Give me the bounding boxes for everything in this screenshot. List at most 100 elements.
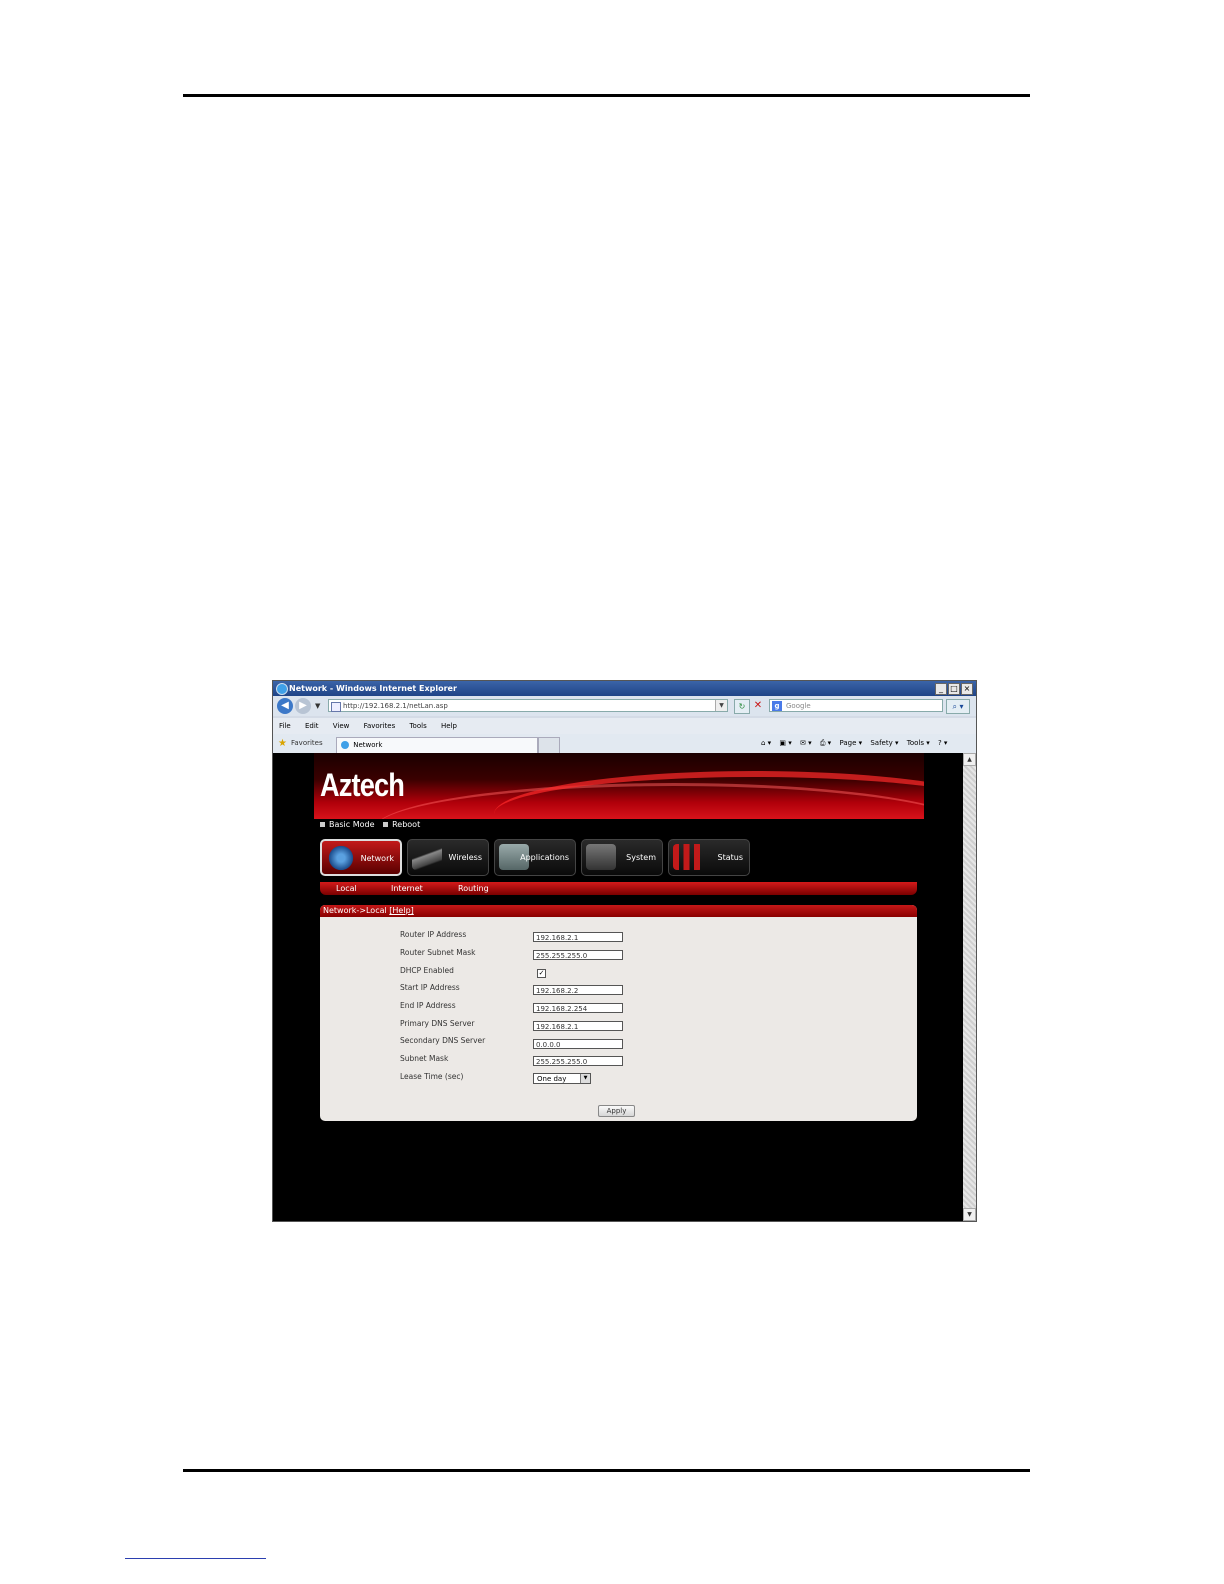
header-rule	[183, 94, 1030, 97]
field-label: Router IP Address	[400, 930, 467, 939]
tab-ie-icon	[341, 741, 349, 749]
maximize-button[interactable]: □	[948, 683, 960, 695]
lease-time-select[interactable]: One day ▼	[533, 1073, 591, 1084]
menu-edit[interactable]: Edit	[305, 722, 319, 730]
search-button[interactable]: ⌕ ▾	[946, 699, 970, 714]
url-dropdown-icon[interactable]: ▼	[715, 700, 727, 711]
router-ip-input[interactable]: 192.168.2.1	[533, 932, 623, 942]
field-label: Start IP Address	[400, 983, 460, 992]
main-nav: Network Wireless Applications System Sta…	[320, 839, 750, 876]
subtab-local[interactable]: Local	[336, 882, 357, 895]
ie-logo-icon	[276, 683, 288, 695]
panel-title: Network->Local	[323, 906, 387, 915]
field-label: Lease Time (sec)	[400, 1072, 464, 1081]
url-input[interactable]: http://192.168.2.1/netLan.asp ▼	[328, 699, 728, 712]
chevron-down-icon[interactable]: ▼	[580, 1074, 590, 1083]
system-icon	[586, 844, 616, 870]
subtab-internet[interactable]: Internet	[391, 882, 423, 895]
stop-button[interactable]: ✕	[752, 699, 764, 712]
tab-status[interactable]: Status	[668, 839, 750, 876]
tab-wireless[interactable]: Wireless	[407, 839, 489, 876]
scroll-down-icon[interactable]: ▼	[963, 1208, 976, 1221]
tools-menu[interactable]: Tools ▾	[907, 739, 930, 747]
tab-system-label: System	[626, 853, 656, 862]
help-link[interactable]: [Help]	[389, 906, 413, 915]
bullet-icon	[383, 822, 389, 827]
safety-menu[interactable]: Safety ▾	[870, 739, 898, 747]
field-label: DHCP Enabled	[400, 966, 454, 975]
footer-rule	[183, 1469, 1030, 1472]
start-ip-input[interactable]: 192.168.2.2	[533, 985, 623, 995]
reboot-link[interactable]: Reboot	[383, 820, 420, 829]
forward-button[interactable]: ▶	[295, 698, 311, 714]
tab-applications-label: Applications	[520, 853, 569, 862]
search-placeholder: Google	[786, 702, 811, 710]
field-label: End IP Address	[400, 1001, 456, 1010]
refresh-button[interactable]: ↻	[734, 699, 750, 714]
lease-time-value: One day	[537, 1075, 567, 1083]
sub-nav: Local Internet Routing	[320, 882, 917, 895]
field-label: Secondary DNS Server	[400, 1036, 486, 1045]
feeds-icon[interactable]: ▣ ▾	[779, 739, 791, 747]
tab-label: Network	[353, 741, 383, 749]
apply-button[interactable]: Apply	[598, 1105, 635, 1117]
new-tab-button[interactable]	[538, 737, 560, 754]
menu-view[interactable]: View	[333, 722, 350, 730]
router-subnet-input[interactable]: 255.255.255.0	[533, 950, 623, 960]
tab-applications[interactable]: Applications	[494, 839, 576, 876]
menu-file[interactable]: File	[279, 722, 291, 730]
basic-mode-link[interactable]: Basic Mode	[320, 820, 375, 829]
history-dropdown-icon[interactable]: ▼	[315, 702, 320, 710]
field-label: Subnet Mask	[400, 1054, 449, 1063]
favorites-bar: ★ Favorites Network ⌂ ▾ ▣ ▾ ✉ ▾ ⎙ ▾ Page…	[273, 734, 976, 754]
scroll-up-icon[interactable]: ▲	[963, 753, 976, 766]
favorites-label[interactable]: Favorites	[291, 734, 323, 753]
menu-favorites[interactable]: Favorites	[364, 722, 396, 730]
field-label: Primary DNS Server	[400, 1019, 475, 1028]
vertical-scrollbar[interactable]: ▲ ▼	[963, 753, 976, 1221]
dhcp-enabled-checkbox[interactable]: ✓	[537, 969, 546, 978]
menu-bar: File Edit View Favorites Tools Help	[273, 718, 976, 734]
command-bar: ⌂ ▾ ▣ ▾ ✉ ▾ ⎙ ▾ Page ▾ Safety ▾ Tools ▾ …	[761, 734, 953, 753]
help-icon[interactable]: ? ▾	[938, 739, 947, 747]
favorites-star-icon[interactable]: ★	[278, 734, 287, 753]
secondary-dns-input[interactable]: 0.0.0.0	[533, 1039, 623, 1049]
aztech-banner: Aztech	[314, 753, 924, 819]
page-content: Aztech Basic Mode Reboot Network Wireles…	[273, 753, 963, 1221]
footnote-separator	[125, 1558, 266, 1559]
wireless-router-icon	[412, 844, 442, 870]
end-ip-input[interactable]: 192.168.2.254	[533, 1003, 623, 1013]
panel-header: Network->Local [Help]	[320, 905, 917, 917]
field-label: Router Subnet Mask	[400, 948, 476, 957]
print-icon[interactable]: ⎙ ▾	[820, 739, 831, 747]
tab-network-label: Network	[360, 854, 394, 863]
page-menu[interactable]: Page ▾	[839, 739, 862, 747]
address-bar: ◀ ▶ ▼ http://192.168.2.1/netLan.asp ▼ ↻ …	[273, 696, 976, 716]
window-title: Network - Windows Internet Explorer	[289, 684, 457, 693]
google-icon: g	[772, 701, 782, 711]
status-chart-icon	[673, 844, 703, 870]
back-button[interactable]: ◀	[277, 698, 293, 714]
menu-tools[interactable]: Tools	[409, 722, 426, 730]
bullet-icon	[320, 822, 325, 827]
quick-links: Basic Mode Reboot	[320, 820, 426, 830]
subtab-routing[interactable]: Routing	[458, 882, 489, 895]
title-bar: Network - Windows Internet Explorer _ □ …	[273, 681, 976, 696]
network-icon	[326, 845, 356, 871]
subnet-mask-input[interactable]: 255.255.255.0	[533, 1056, 623, 1066]
tab-status-label: Status	[717, 853, 744, 862]
primary-dns-input[interactable]: 192.168.2.1	[533, 1021, 623, 1031]
settings-panel: Network->Local [Help] Router IP Address …	[320, 905, 917, 1121]
close-button[interactable]: ×	[961, 683, 973, 695]
tab-wireless-label: Wireless	[448, 853, 482, 862]
home-icon[interactable]: ⌂ ▾	[761, 739, 771, 747]
aztech-logo: Aztech	[320, 767, 405, 803]
tab-network[interactable]: Network	[320, 839, 402, 876]
page-icon	[331, 702, 341, 712]
minimize-button[interactable]: _	[935, 683, 947, 695]
menu-help[interactable]: Help	[441, 722, 457, 730]
browser-tab[interactable]: Network	[336, 737, 538, 753]
tab-system[interactable]: System	[581, 839, 663, 876]
search-input[interactable]: g Google	[769, 699, 943, 712]
mail-icon[interactable]: ✉ ▾	[800, 739, 812, 747]
